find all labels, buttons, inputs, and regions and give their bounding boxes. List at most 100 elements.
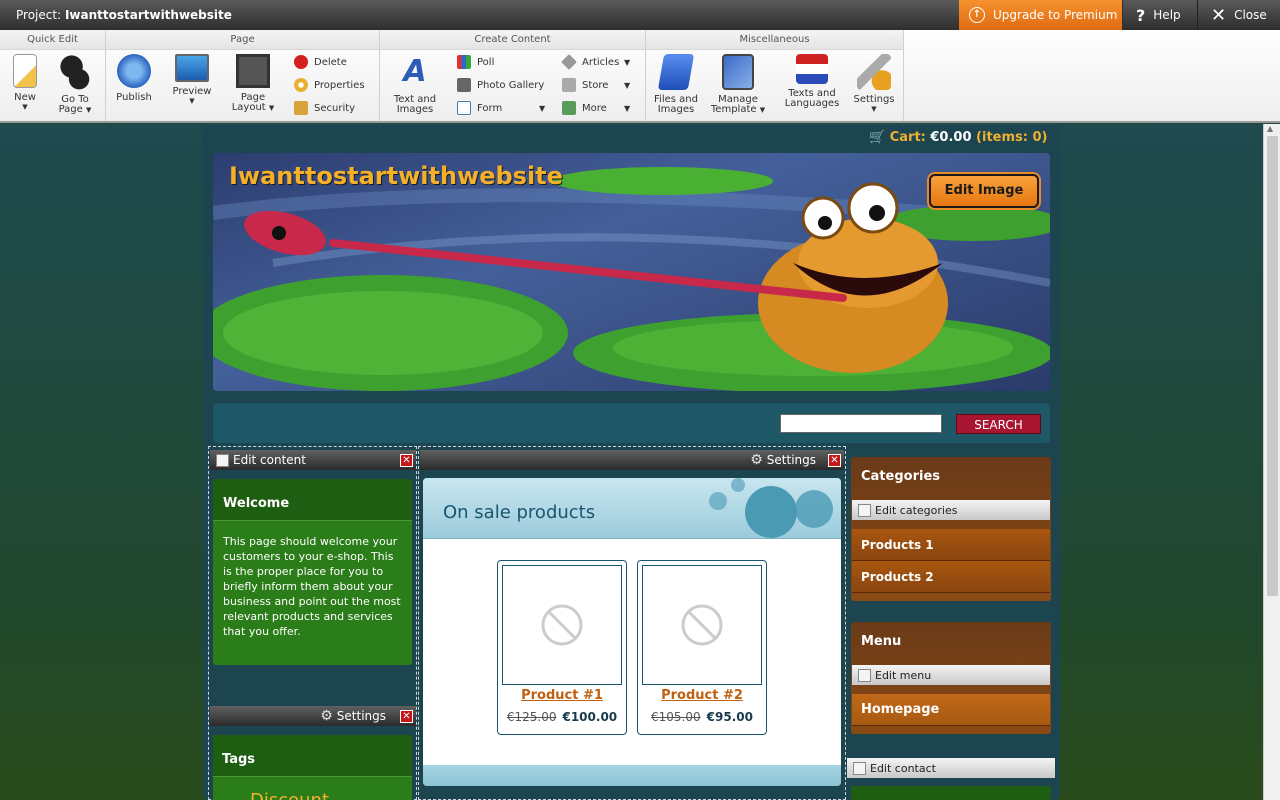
edit-content-bar[interactable]: Edit content ✕ [210, 450, 416, 470]
settings-button[interactable]: Settings ▼ [850, 54, 898, 113]
no-image-icon [541, 604, 583, 646]
product-name[interactable]: Product #1 [498, 688, 626, 703]
files-images-button[interactable]: Files and Images [650, 54, 702, 115]
edit-contact-label[interactable]: Edit contact [870, 762, 936, 775]
product-card[interactable]: Product #1 €125.00 €100.00 [497, 560, 627, 735]
upgrade-premium-button[interactable]: ↑ Upgrade to Premium [959, 0, 1123, 30]
product-image-placeholder[interactable] [642, 565, 762, 685]
new-label: New [14, 92, 36, 103]
publish-label: Publish [116, 92, 152, 103]
sale-price: €100.00 [562, 710, 618, 724]
old-price: €125.00 [506, 710, 557, 724]
gear-icon: ⚙ [320, 708, 333, 724]
project-name: Iwanttostartwithwebsite [64, 8, 232, 22]
no-image-icon [681, 604, 723, 646]
delete-label: Delete [314, 56, 347, 68]
group-create-content: Create Content A Text and Images Poll Pho… [380, 30, 646, 121]
vertical-scrollbar[interactable]: ▲ [1263, 124, 1280, 800]
group-label: Page [106, 30, 379, 50]
cart-items: (items: 0) [976, 130, 1048, 145]
layout-icon [236, 54, 270, 88]
group-label: Miscellaneous [646, 30, 903, 50]
security-button[interactable]: Security [294, 99, 355, 117]
edit-image-button[interactable]: Edit Image [929, 174, 1039, 208]
cart-summary[interactable]: 🛒 Cart: €0.00 (items: 0) [869, 130, 1047, 145]
remove-x-icon[interactable]: ✕ [400, 454, 413, 467]
search-input[interactable] [780, 414, 942, 433]
settings-label[interactable]: Settings [767, 453, 816, 467]
bubble-decoration [709, 492, 727, 510]
on-sale-footer [423, 765, 841, 786]
poll-button[interactable]: Poll [457, 53, 494, 71]
delete-icon [294, 55, 308, 69]
texts-label-2: Languages [784, 98, 840, 109]
globe-icon [117, 54, 151, 88]
page-layout-button[interactable]: Page Layout ▼ [230, 54, 276, 113]
edit-categories-label[interactable]: Edit categories [875, 504, 957, 517]
help-label: Help [1153, 8, 1181, 22]
poll-icon [457, 55, 471, 69]
dropdown-arrow-icon: ▼ [22, 103, 28, 111]
store-button[interactable]: Store ▼ [562, 76, 630, 94]
texts-languages-button[interactable]: Texts and Languages [782, 54, 842, 109]
gear-icon: ⚙ [750, 452, 763, 468]
manage-template-button[interactable]: Manage Template ▼ [708, 54, 768, 115]
cart-icon [562, 78, 576, 92]
old-price: €105.00 [651, 710, 701, 724]
lock-icon [294, 101, 308, 115]
top-bar: Project: Iwanttostartwithwebsite ↑ Upgrad… [0, 0, 1280, 30]
contact-box [851, 786, 1051, 800]
search-button[interactable]: SEARCH [956, 414, 1041, 434]
group-label: Create Content [380, 30, 645, 50]
goto-page-button[interactable]: Go To Page ▼ [52, 54, 98, 115]
photo-gallery-button[interactable]: Photo Gallery [457, 76, 544, 94]
dropdown-arrow-icon: ▼ [539, 103, 546, 113]
settings-label[interactable]: Settings [337, 709, 386, 723]
help-icon: ? [1136, 5, 1146, 25]
close-button[interactable]: ✕ Close [1199, 0, 1280, 30]
remove-x-icon[interactable]: ✕ [828, 454, 841, 467]
edit-categories-bar[interactable]: Edit categories [852, 500, 1050, 520]
edit-contact-bar[interactable]: Edit contact [847, 758, 1055, 778]
gear-icon [294, 78, 308, 92]
template-pen-icon [722, 54, 754, 90]
category-item[interactable]: Products 2 [852, 561, 1050, 593]
scrollbar-thumb[interactable] [1267, 136, 1278, 596]
menu-item-homepage[interactable]: Homepage [852, 694, 1050, 726]
center-settings-bar[interactable]: ⚙ Settings ✕ [420, 450, 844, 470]
close-icon: ✕ [1211, 4, 1227, 26]
properties-button[interactable]: Properties [294, 76, 365, 94]
ribbon-toolbar: Quick Edit New ▼ Go To Page ▼ Page Publish… [0, 30, 1280, 123]
site-title[interactable]: Iwanttostartwithwebsite [229, 162, 563, 190]
tag-link[interactable]: Discount [250, 790, 329, 800]
properties-label: Properties [314, 79, 365, 91]
product-image-placeholder[interactable] [502, 565, 622, 685]
new-button[interactable]: New ▼ [6, 54, 44, 111]
sale-price: €95.00 [706, 710, 753, 724]
text-a-icon: A [403, 54, 427, 89]
articles-button[interactable]: Articles ▼ [561, 53, 630, 71]
delete-button[interactable]: Delete [294, 53, 347, 71]
upgrade-icon: ↑ [969, 7, 985, 23]
edit-content-label[interactable]: Edit content [233, 453, 306, 467]
edit-pencil-icon [216, 453, 229, 467]
product-card[interactable]: Product #2 €105.00 €95.00 [637, 560, 767, 735]
form-button[interactable]: Form ▼ [457, 99, 545, 117]
preview-button[interactable]: Preview ▼ [170, 54, 214, 105]
folder-icon [657, 54, 695, 90]
form-icon [457, 101, 471, 115]
more-label: More [582, 102, 607, 114]
left-settings-bar[interactable]: ⚙ Settings ✕ [210, 706, 416, 726]
remove-x-icon[interactable]: ✕ [400, 710, 413, 723]
project-title: Project: Iwanttostartwithwebsite [16, 8, 232, 22]
product-name[interactable]: Product #2 [638, 688, 766, 703]
more-button[interactable]: More ▼ [562, 99, 630, 117]
publish-button[interactable]: Publish [112, 54, 156, 103]
help-button[interactable]: ? Help [1124, 0, 1198, 30]
text-images-button[interactable]: A Text and Images [390, 54, 440, 115]
edit-menu-label[interactable]: Edit menu [875, 669, 931, 682]
edit-menu-bar[interactable]: Edit menu [852, 665, 1050, 685]
category-item[interactable]: Products 1 [852, 529, 1050, 561]
text-label-2: Images [396, 104, 434, 115]
scroll-up-icon[interactable]: ▲ [1267, 124, 1273, 133]
